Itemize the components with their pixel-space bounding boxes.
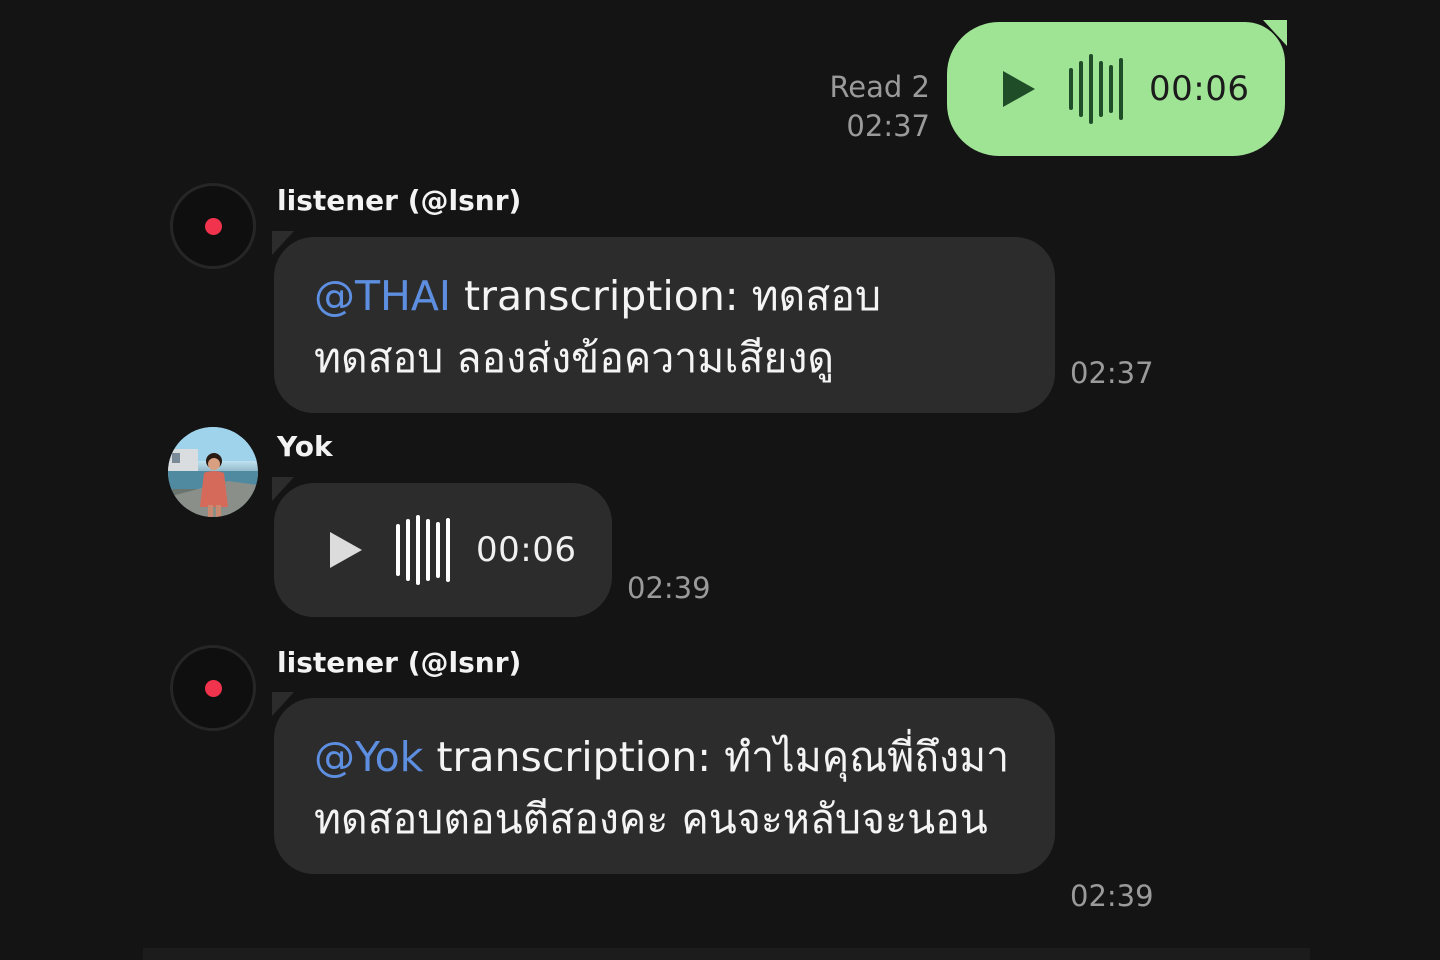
voice-duration: 00:06 bbox=[1149, 69, 1250, 109]
message-time: 02:39 bbox=[1070, 879, 1154, 913]
avatar[interactable] bbox=[170, 645, 256, 731]
composer-edge bbox=[143, 948, 1310, 960]
sender-name[interactable]: listener (@lsnr) bbox=[277, 184, 521, 217]
mention-link[interactable]: @Yok bbox=[314, 733, 423, 781]
chat-view: Read 2 02:37 00:06 listener (@lsnr) @THA… bbox=[0, 0, 1440, 960]
play-icon[interactable] bbox=[326, 528, 366, 572]
message-time: 02:39 bbox=[627, 571, 711, 605]
user-photo bbox=[168, 427, 258, 517]
waveform-icon bbox=[1069, 53, 1123, 125]
play-icon[interactable] bbox=[999, 67, 1039, 111]
message-time: 02:37 bbox=[1070, 356, 1154, 390]
transcription-message[interactable]: @THAI transcription: ทดสอบ ทดสอบ ลองส่งข… bbox=[274, 237, 1055, 413]
voice-duration: 00:06 bbox=[476, 530, 577, 570]
read-status: Read 2 bbox=[829, 70, 930, 104]
sender-name[interactable]: Yok bbox=[277, 430, 333, 463]
message-time: 02:37 bbox=[846, 109, 930, 143]
avatar[interactable] bbox=[168, 427, 258, 517]
transcription-message[interactable]: @Yok transcription: ทำไมคุณพี่ถึงมาทดสอบ… bbox=[274, 698, 1055, 874]
record-dot-icon bbox=[204, 217, 222, 235]
avatar[interactable] bbox=[170, 183, 256, 269]
waveform-icon bbox=[396, 514, 450, 586]
outgoing-voice-message[interactable]: 00:06 bbox=[947, 22, 1285, 156]
mention-link[interactable]: @THAI bbox=[314, 272, 451, 320]
outgoing-message-meta: Read 2 02:37 bbox=[829, 68, 930, 146]
voice-message[interactable]: 00:06 bbox=[274, 483, 612, 617]
record-dot-icon bbox=[204, 679, 222, 697]
sender-name[interactable]: listener (@lsnr) bbox=[277, 646, 521, 679]
